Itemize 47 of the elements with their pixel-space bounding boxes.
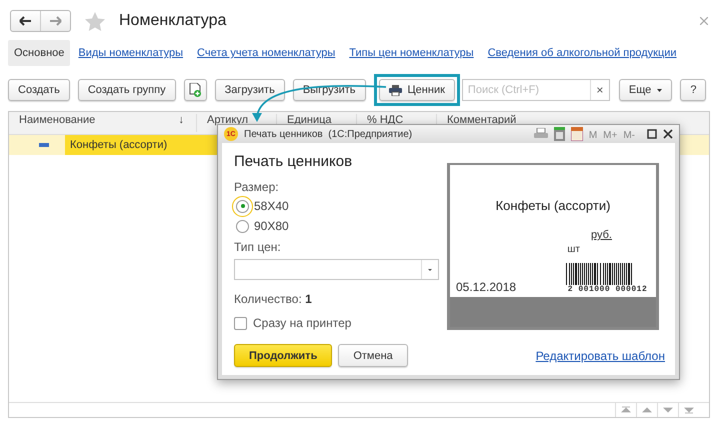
calculator-icon[interactable]: [554, 127, 565, 141]
continue-button[interactable]: Продолжить: [234, 344, 332, 367]
column-header[interactable]: Наименование ↓: [9, 114, 196, 132]
caret-icon: [657, 88, 662, 92]
window-title: Номенклатура: [119, 12, 228, 30]
clear-button[interactable]: ×: [590, 80, 609, 100]
cancel-button[interactable]: Отмена: [338, 344, 408, 367]
dialog-heading: Печать ценников: [234, 153, 354, 170]
checkbox[interactable]: [234, 316, 247, 330]
toolbar-button[interactable]: ?: [680, 79, 706, 101]
quantity-text: Количество: 1: [234, 292, 313, 306]
preview-currency: руб.: [591, 229, 612, 241]
nav-tab[interactable]: Типы цен номенклатуры: [343, 40, 480, 66]
column-label: Наименование: [19, 114, 96, 126]
nav-tab[interactable]: Сведения об алкогольной продукции: [482, 40, 683, 66]
maximize-icon[interactable]: [647, 129, 657, 139]
field-label: Размер:: [234, 180, 280, 194]
item-icon: [39, 143, 49, 147]
preview-unit: шт: [567, 244, 580, 255]
checkbox-label[interactable]: Сразу на принтер: [253, 316, 352, 330]
toolbar-button[interactable]: Выгрузить: [292, 79, 366, 101]
nav-tab[interactable]: Виды номенклатуры: [72, 40, 190, 66]
radio-button[interactable]: [236, 220, 249, 232]
price-tag-button[interactable]: Ценник: [378, 79, 455, 101]
barcode-drawing: 2 001000 000012: [565, 263, 650, 294]
copy-button[interactable]: [184, 79, 207, 101]
printer-icon[interactable]: [534, 128, 548, 140]
toolbar-button[interactable]: Создать: [8, 79, 70, 101]
preview-date: 05.12.2018: [456, 280, 516, 294]
price-type-field[interactable]: [234, 259, 439, 280]
nav-tab[interactable]: Основное: [8, 40, 70, 66]
preview-product-name: Конфеты (ассорти): [494, 198, 612, 213]
toolbar-button[interactable]: Загрузить: [214, 79, 285, 101]
document-plus-icon: [188, 83, 202, 97]
sort-mark: ↓: [178, 114, 184, 126]
star-icon[interactable]: [85, 12, 105, 30]
printer-icon: [388, 84, 402, 96]
calendar-icon[interactable]: [570, 127, 583, 141]
toolbar-button[interactable]: Создать группу: [78, 79, 176, 101]
nav-tab[interactable]: Счета учета номенклатуры: [191, 40, 342, 66]
radio-label[interactable]: 58X40: [254, 199, 289, 213]
more-button[interactable]: Еще: [618, 79, 672, 101]
field-label: Тип цен:: [234, 240, 282, 254]
search-field[interactable]: Поиск (Ctrl+F) ×: [462, 79, 610, 101]
radio-label[interactable]: 90X80: [254, 219, 289, 233]
edit-template-link[interactable]: Редактировать шаблон: [536, 348, 665, 362]
close-icon[interactable]: [663, 129, 673, 139]
